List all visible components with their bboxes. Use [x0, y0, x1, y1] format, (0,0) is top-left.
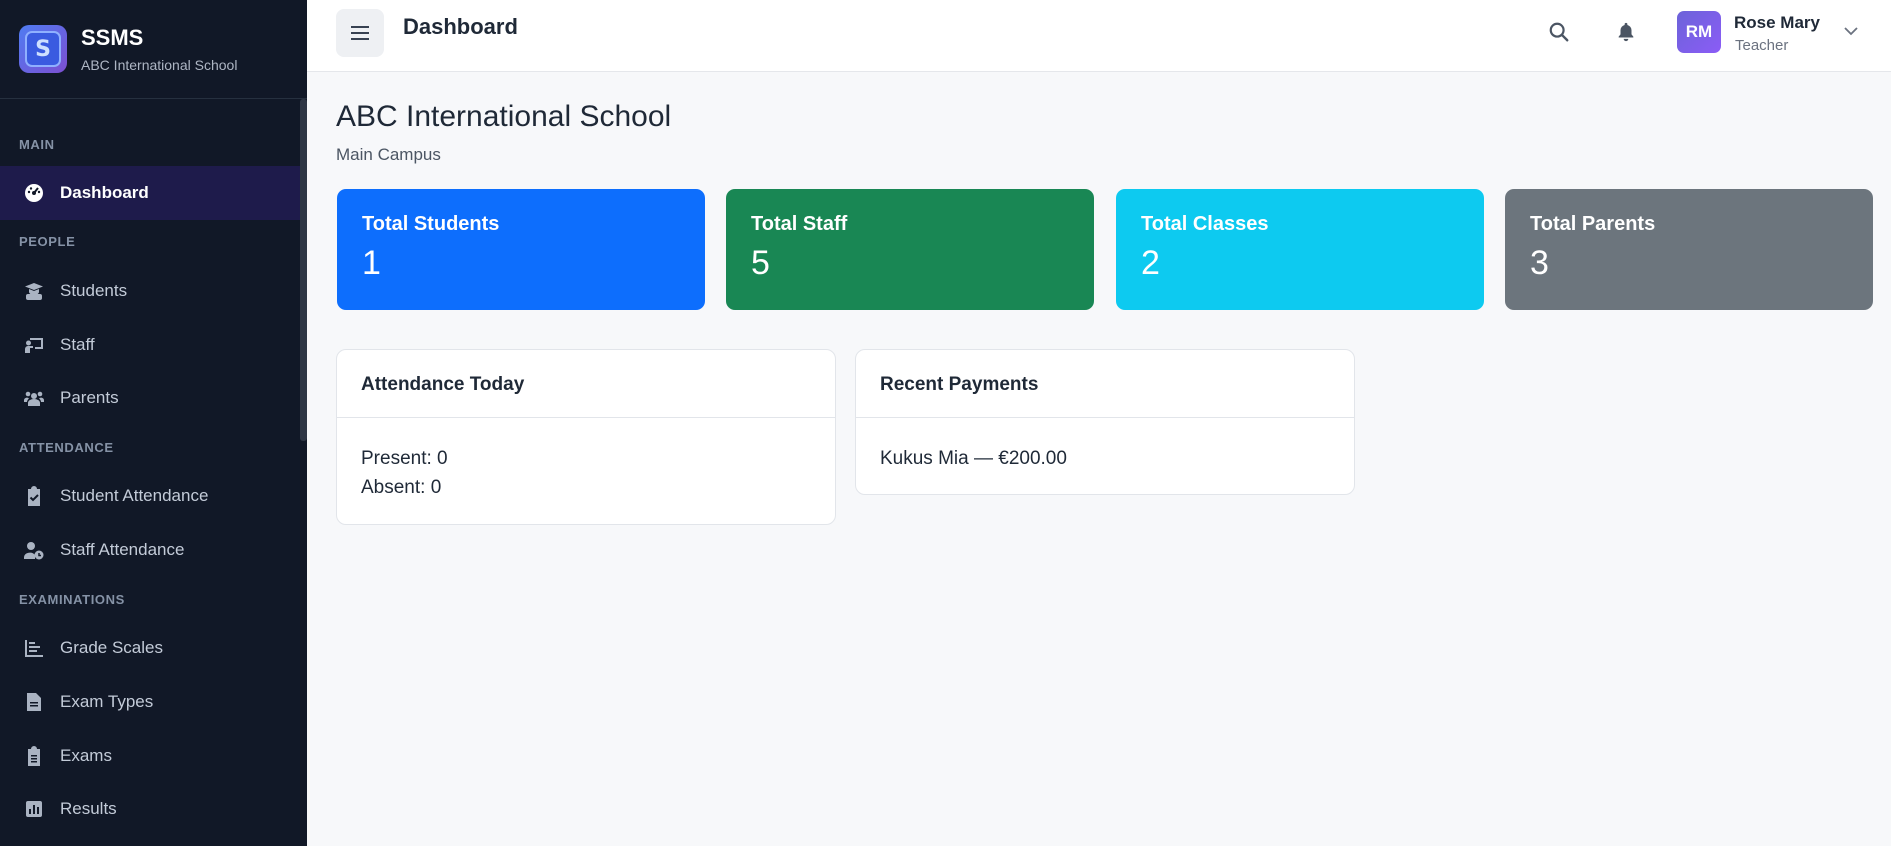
search-icon [1549, 22, 1569, 42]
section-label-examinations: EXAMINATIONS [19, 592, 125, 607]
menu-toggle-button[interactable] [336, 9, 384, 57]
brand[interactable]: S SSMS ABC International School [0, 0, 307, 99]
sidebar-item-label: Dashboard [60, 183, 149, 202]
attendance-panel: Attendance Today Present: 0 Absent: 0 [336, 349, 836, 525]
chalkboard-teacher-icon [23, 334, 45, 356]
brand-name: SSMS [81, 25, 144, 50]
recent-payments-panel: Recent Payments Kukus Mia — €200.00 [855, 349, 1355, 495]
stat-value: 1 [362, 244, 381, 282]
sidebar-item-results[interactable]: Results [0, 782, 300, 836]
graduate-icon [23, 280, 45, 302]
brand-subtitle: ABC International School [81, 57, 238, 73]
sidebar-item-label: Staff [60, 335, 95, 354]
stat-value: 5 [751, 244, 770, 282]
sidebar-item-staff-attendance[interactable]: Staff Attendance [0, 523, 300, 577]
page-title: Dashboard [403, 14, 518, 39]
sidebar-item-label: Exam Types [60, 692, 154, 711]
users-icon [23, 387, 45, 409]
avatar[interactable]: RM [1677, 11, 1721, 53]
sidebar-item-students[interactable]: Students [0, 264, 300, 318]
school-name: ABC International School [336, 100, 672, 133]
hamburger-icon [351, 26, 369, 40]
search-button[interactable] [1545, 18, 1573, 46]
topbar: Dashboard RM Rose Mary Teacher [307, 0, 1891, 72]
payment-item: Kukus Mia — €200.00 [880, 448, 1067, 469]
sidebar-item-dashboard[interactable]: Dashboard [0, 166, 300, 220]
sidebar-item-label: Parents [60, 388, 119, 407]
sidebar-item-grade-scales[interactable]: Grade Scales [0, 621, 300, 675]
stat-label: Total Students [362, 213, 500, 235]
section-label-attendance: ATTENDANCE [19, 440, 114, 455]
app-logo: S [19, 25, 67, 73]
sidebar: S SSMS ABC International School MAIN Das… [0, 0, 307, 846]
sidebar-item-label: Staff Attendance [60, 540, 185, 559]
stat-value: 3 [1530, 244, 1549, 282]
user-name[interactable]: Rose Mary [1734, 13, 1820, 33]
clipboard-list-icon [23, 745, 45, 767]
campus-name: Main Campus [336, 145, 441, 164]
sidebar-item-label: Students [60, 281, 128, 300]
chart-bars-icon [23, 637, 45, 659]
sidebar-item-label: Exams [60, 746, 112, 765]
sidebar-item-staff[interactable]: Staff [0, 318, 300, 372]
chevron-down-icon [1844, 27, 1858, 36]
stat-label: Total Parents [1530, 213, 1656, 235]
sidebar-scrollbar[interactable] [300, 99, 307, 441]
clipboard-check-icon [23, 485, 45, 507]
absent-count: Absent: 0 [361, 477, 442, 498]
section-label-people: PEOPLE [19, 234, 76, 249]
square-chart-icon [23, 798, 45, 820]
present-count: Present: 0 [361, 448, 448, 469]
dashboard-icon [23, 182, 45, 204]
bell-icon [1618, 22, 1634, 42]
sidebar-item-student-attendance[interactable]: Student Attendance [0, 469, 300, 523]
stat-label: Total Staff [751, 213, 848, 235]
panel-title: Attendance Today [337, 350, 835, 418]
notifications-button[interactable] [1612, 18, 1640, 46]
stat-value: 2 [1141, 244, 1160, 282]
section-label-main: MAIN [19, 137, 55, 152]
file-icon [23, 691, 45, 713]
panel-title: Recent Payments [856, 350, 1354, 418]
user-menu-toggle[interactable] [1843, 24, 1859, 42]
stat-card-classes[interactable]: Total Classes 2 [1116, 189, 1484, 310]
sidebar-item-label: Student Attendance [60, 486, 209, 505]
user-role: Teacher [1735, 37, 1789, 54]
sidebar-item-label: Grade Scales [60, 638, 163, 657]
sidebar-item-parents[interactable]: Parents [0, 371, 300, 425]
stat-label: Total Classes [1141, 213, 1269, 235]
sidebar-item-exam-types[interactable]: Exam Types [0, 675, 300, 729]
stat-card-students[interactable]: Total Students 1 [337, 189, 705, 310]
stat-card-staff[interactable]: Total Staff 5 [726, 189, 1094, 310]
sidebar-item-label: Results [60, 799, 117, 818]
stat-card-parents[interactable]: Total Parents 3 [1505, 189, 1873, 310]
sidebar-item-exams[interactable]: Exams [0, 729, 300, 783]
user-clock-icon [23, 539, 45, 561]
